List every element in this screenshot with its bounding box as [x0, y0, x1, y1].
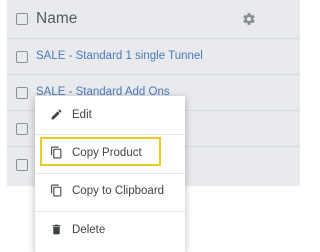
product-name-link[interactable]: SALE - Standard 1 single Tunnel	[36, 48, 203, 64]
menu-divider	[35, 134, 185, 135]
menu-item-copy-to-clipboard[interactable]: Copy to Clipboard	[35, 175, 185, 207]
menu-item-label: Copy Product	[72, 147, 142, 159]
trash-icon	[50, 223, 63, 236]
gear-icon[interactable]	[242, 12, 256, 26]
menu-item-edit[interactable]: Edit	[35, 99, 185, 131]
menu-item-label: Delete	[72, 224, 106, 236]
row-checkbox[interactable]	[16, 159, 28, 171]
menu-item-copy-product[interactable]: Copy Product	[35, 137, 185, 169]
table-header: Name	[7, 0, 300, 38]
copy-icon	[50, 184, 63, 197]
row-checkbox[interactable]	[16, 123, 28, 135]
pencil-icon	[50, 108, 63, 121]
row-checkbox[interactable]	[16, 51, 28, 63]
menu-item-delete[interactable]: Delete	[35, 214, 185, 246]
menu-item-label: Copy to Clipboard	[72, 185, 165, 197]
menu-divider	[35, 173, 185, 174]
menu-item-label: Edit	[72, 109, 92, 121]
table-row[interactable]: SALE - Standard 1 single Tunnel	[7, 38, 300, 74]
context-menu: Edit Copy Product Copy to Clipboard Dele…	[35, 96, 185, 252]
copy-icon	[50, 146, 63, 159]
menu-divider	[35, 211, 185, 212]
name-column-header[interactable]: Name	[36, 9, 77, 29]
row-checkbox[interactable]	[16, 87, 28, 99]
select-all-checkbox[interactable]	[16, 13, 28, 25]
